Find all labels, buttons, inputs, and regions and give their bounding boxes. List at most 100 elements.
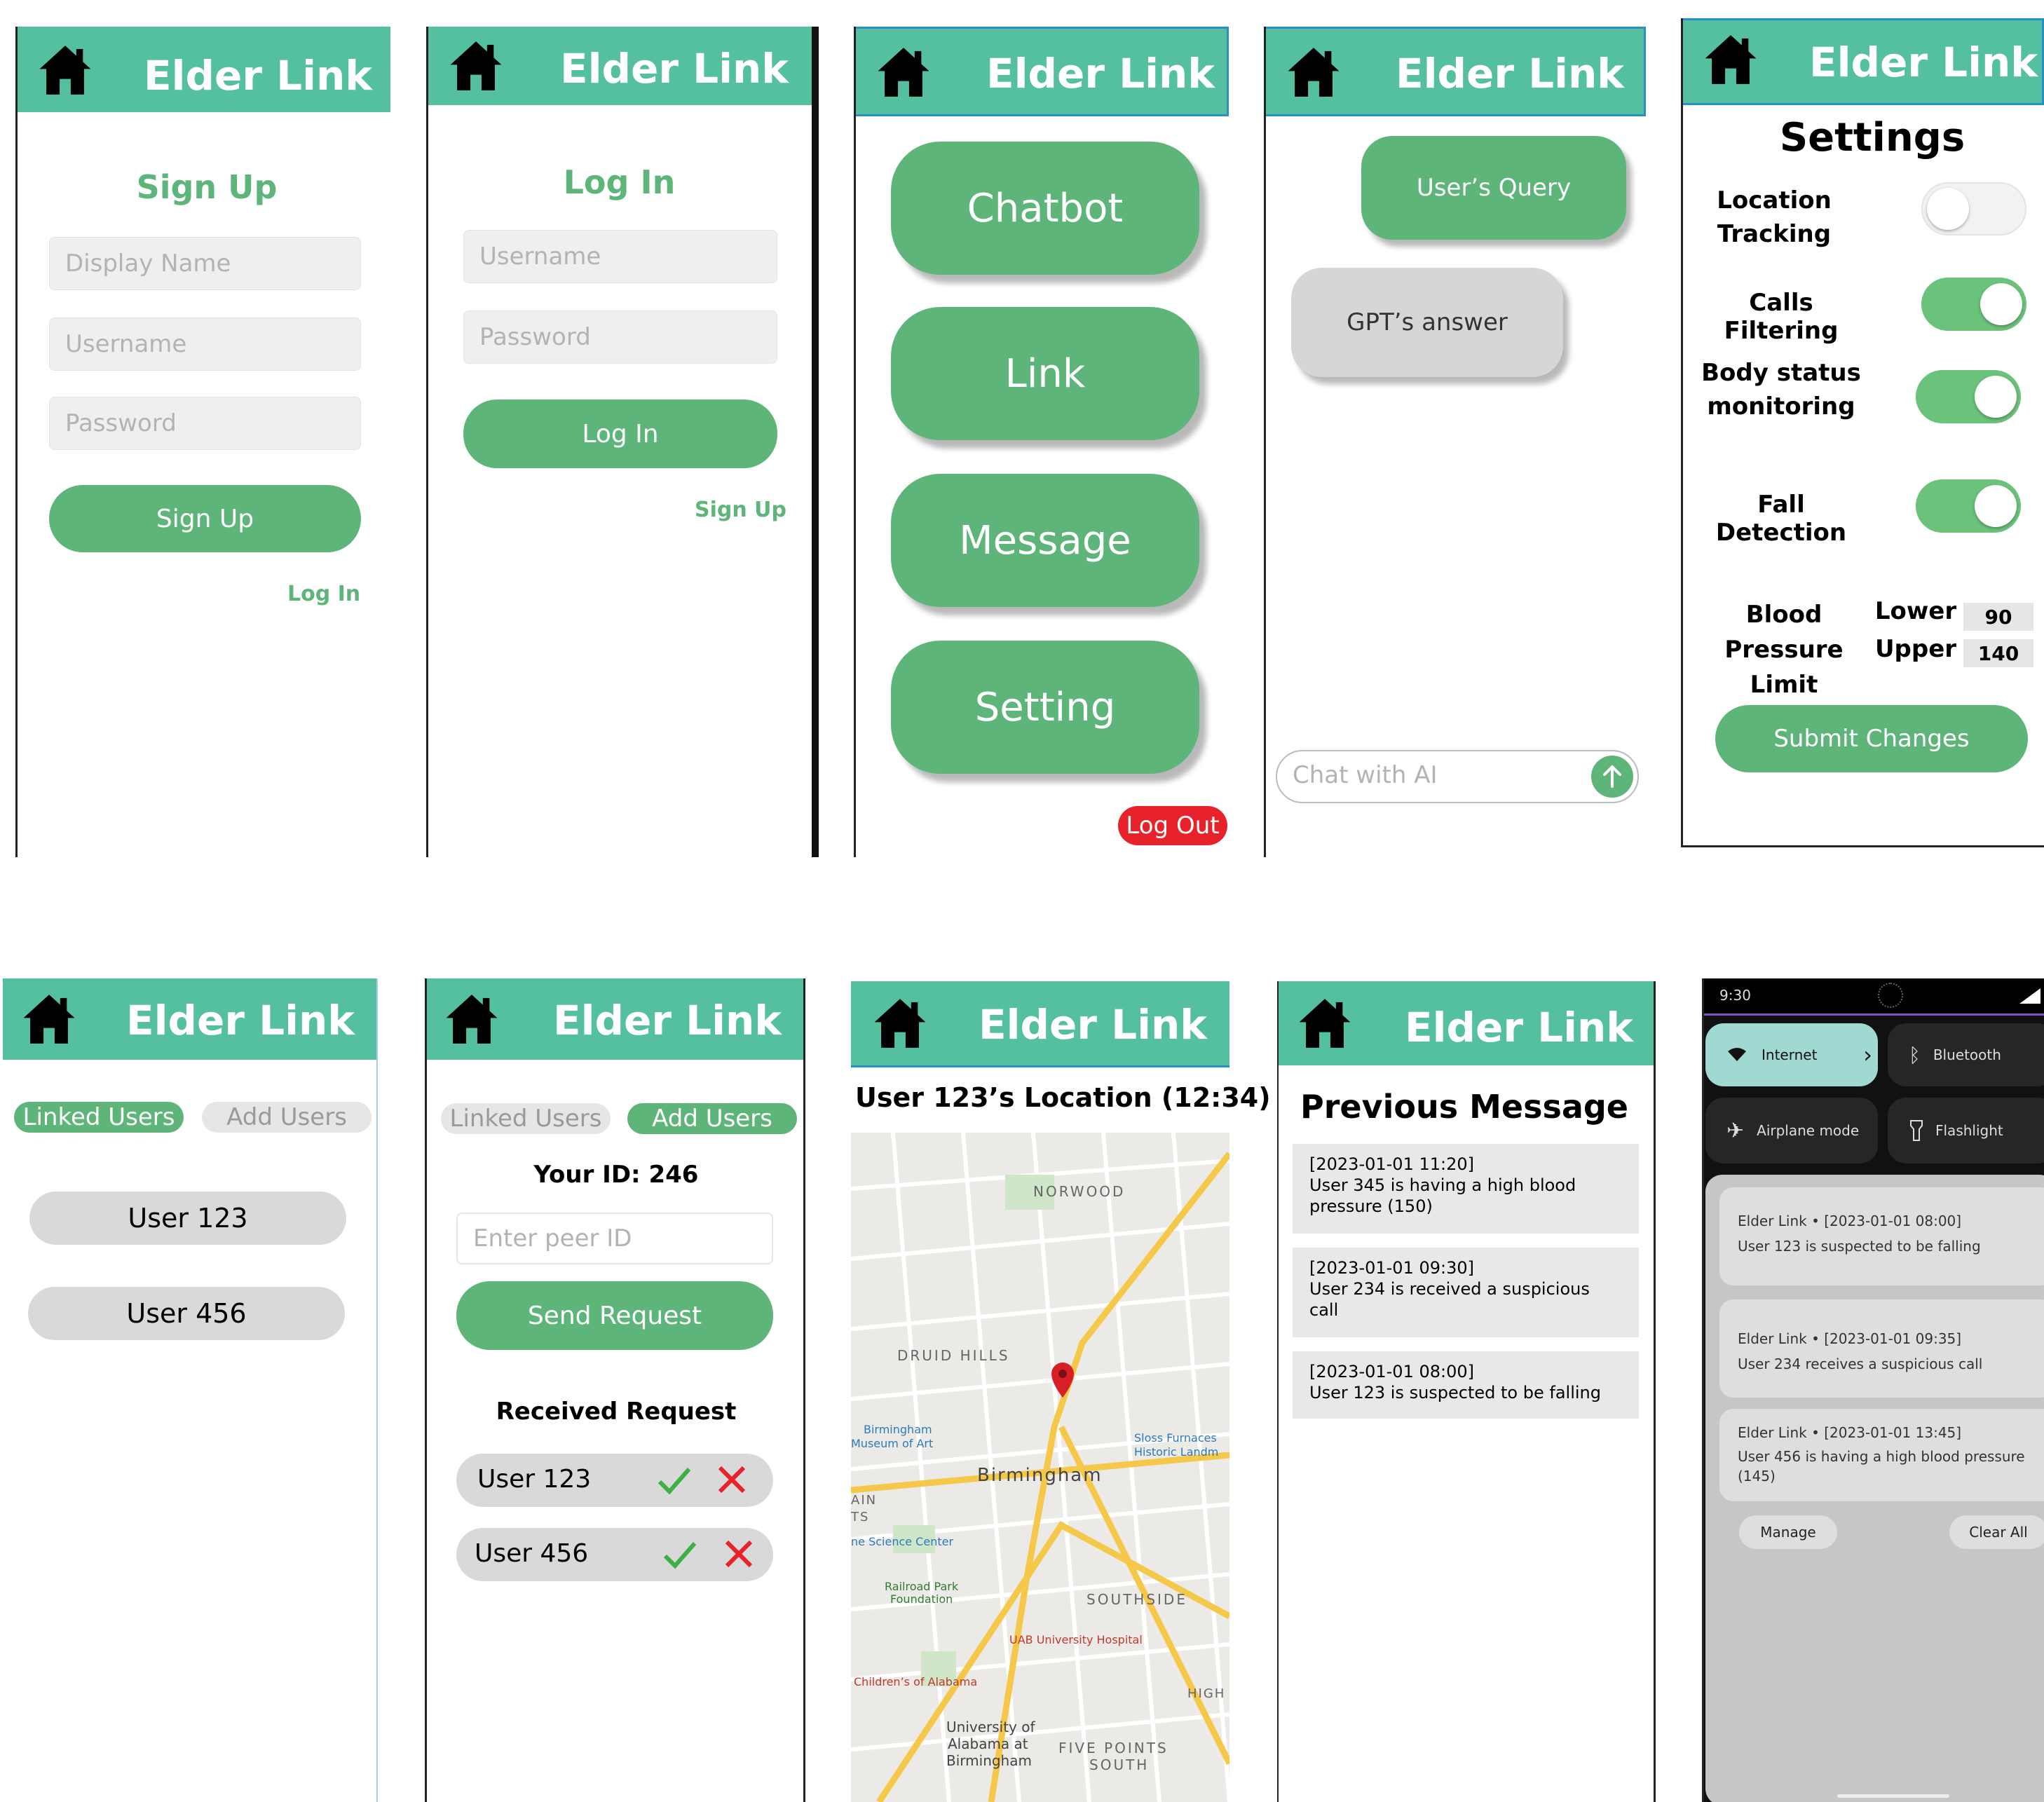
notification-body: User 456 is having a high blood pressure xyxy=(1738,1448,2025,1465)
signup-link[interactable]: Sign Up xyxy=(695,498,786,522)
fall-detection-toggle[interactable] xyxy=(1916,479,2021,533)
gpt-answer-bubble: GPT’s answer xyxy=(1291,268,1563,377)
map-label: AIN xyxy=(851,1493,878,1508)
manage-button[interactable]: Manage xyxy=(1739,1515,1837,1549)
username-field[interactable]: Username xyxy=(49,318,361,371)
app-title: Elder Link xyxy=(560,45,789,93)
username-field[interactable]: Username xyxy=(463,230,777,283)
password-field[interactable]: Password xyxy=(463,310,777,364)
accept-icon[interactable] xyxy=(657,1465,692,1496)
message-item[interactable]: [2023-01-01 08:00] User 123 is suspected… xyxy=(1293,1351,1639,1419)
location-tracking-toggle[interactable] xyxy=(1921,182,2026,236)
reject-icon[interactable] xyxy=(716,1463,748,1496)
app-header: Elder Link xyxy=(1266,27,1646,116)
location-heading: User 123’s Location (12:34) xyxy=(855,1082,1271,1113)
signup-button[interactable]: Sign Up xyxy=(49,485,361,552)
tile-bluetooth[interactable]: ᛒ Bluetooth xyxy=(1888,1023,2044,1086)
app-header: Elder Link xyxy=(1279,981,1654,1065)
toggle-knob xyxy=(1975,485,2017,527)
calls-filtering-label: Calls Filtering xyxy=(1724,289,1839,345)
password-field[interactable]: Password xyxy=(49,397,361,450)
home-icon[interactable] xyxy=(1703,33,1759,86)
tab-linked-users[interactable]: Linked Users xyxy=(14,1102,184,1133)
peer-id-field[interactable]: Enter peer ID xyxy=(456,1213,773,1264)
message-text: User 123 is suspected to be falling xyxy=(1309,1383,1601,1402)
tile-flashlight[interactable]: Flashlight xyxy=(1888,1098,2044,1163)
home-icon[interactable] xyxy=(1297,997,1353,1050)
map-label: HIGH xyxy=(1187,1686,1226,1701)
linked-user-item[interactable]: User 123 xyxy=(29,1192,346,1245)
chat-screen: Elder Link User’s Query GPT’s answer Cha… xyxy=(1264,27,1646,857)
gesture-handle[interactable] xyxy=(1837,1794,1949,1798)
location-screen: Elder Link User 123’s Location (12:34) N… xyxy=(851,981,1271,1802)
map-label: Railroad Park xyxy=(885,1580,959,1593)
home-icon[interactable] xyxy=(1286,46,1342,99)
body-status-toggle[interactable] xyxy=(1916,370,2021,423)
home-icon[interactable] xyxy=(21,992,77,1046)
app-title: Elder Link xyxy=(986,50,1215,97)
map-label: Birmingham xyxy=(946,1752,1032,1769)
logout-button[interactable]: Log Out xyxy=(1118,806,1227,845)
map-label: ne Science Center xyxy=(851,1535,954,1548)
chat-input[interactable]: Chat with AI xyxy=(1276,750,1639,803)
request-item: User 123 xyxy=(456,1454,773,1507)
request-user-label: User 123 xyxy=(477,1465,592,1494)
clear-all-button[interactable]: Clear All xyxy=(1949,1515,2044,1549)
tab-add-users[interactable]: Add Users xyxy=(627,1103,797,1134)
login-link[interactable]: Log In xyxy=(287,582,360,606)
label-line: Limit xyxy=(1750,671,1818,699)
tile-label: Flashlight xyxy=(1935,1122,2003,1139)
tile-airplane-mode[interactable]: ✈ Airplane mode xyxy=(1705,1098,1878,1163)
previous-message-heading: Previous Message xyxy=(1300,1088,1628,1126)
map-view[interactable]: NORWOOD DRUID HILLS Birmingham SOUTHSIDE… xyxy=(851,1133,1229,1802)
label-line: monitoring xyxy=(1707,393,1855,421)
message-item[interactable]: [2023-01-01 09:30] User 234 is received … xyxy=(1293,1248,1639,1337)
app-header: Elder Link xyxy=(1683,18,2044,105)
setting-button[interactable]: Setting xyxy=(891,641,1199,774)
home-icon[interactable] xyxy=(872,997,928,1050)
reject-icon[interactable] xyxy=(723,1538,755,1570)
display-name-field[interactable]: Display Name xyxy=(49,237,361,290)
message-button[interactable]: Message xyxy=(891,474,1199,607)
map-label: SOUTHSIDE xyxy=(1086,1591,1187,1608)
bluetooth-icon: ᛒ xyxy=(1909,1043,1921,1067)
upper-limit-field[interactable]: 140 xyxy=(1963,639,2033,667)
label-line: Tracking xyxy=(1717,220,1832,248)
linked-user-item[interactable]: User 456 xyxy=(28,1287,345,1340)
notification-shade: 9:30 Internet › ᛒ Bluetooth ✈ Airplane m… xyxy=(1702,978,2044,1802)
home-icon[interactable] xyxy=(37,43,93,97)
map-label: Museum of Art xyxy=(851,1437,934,1450)
tile-internet[interactable]: Internet › xyxy=(1705,1023,1878,1086)
send-request-button[interactable]: Send Request xyxy=(456,1281,773,1350)
home-icon[interactable] xyxy=(448,39,504,93)
tab-linked-users[interactable]: Linked Users xyxy=(441,1103,611,1134)
calls-filtering-toggle[interactable] xyxy=(1921,278,2026,331)
login-button[interactable]: Log In xyxy=(463,400,777,468)
label-line: Blood Pressure xyxy=(1724,601,1844,664)
status-bar: 9:30 xyxy=(1704,978,2044,1016)
toggle-knob xyxy=(1980,283,2022,325)
clock: 9:30 xyxy=(1719,987,1751,1004)
tab-add-users[interactable]: Add Users xyxy=(202,1102,372,1133)
submit-changes-button[interactable]: Submit Changes xyxy=(1715,705,2028,772)
chatbot-button[interactable]: Chatbot xyxy=(891,142,1199,275)
lower-limit-field[interactable]: 90 xyxy=(1963,603,2033,631)
notification-title: Elder Link • [2023-01-01 09:35] xyxy=(1738,1330,1962,1347)
map-label: Birmingham xyxy=(864,1423,932,1436)
send-icon[interactable] xyxy=(1591,756,1633,798)
add-users-screen: Elder Link Linked Users Add Users Your I… xyxy=(425,978,805,1802)
app-header: Elder Link xyxy=(427,978,803,1060)
notification-item[interactable]: Elder Link • [2023-01-01 13:45] User 456… xyxy=(1719,1409,2044,1501)
received-request-heading: Received Request xyxy=(496,1398,737,1426)
map-label: Sloss Furnaces xyxy=(1134,1431,1217,1445)
message-item[interactable]: [2023-01-01 11:20] User 345 is having a … xyxy=(1293,1144,1639,1234)
accept-icon[interactable] xyxy=(662,1539,697,1570)
home-icon[interactable] xyxy=(444,992,500,1046)
home-icon[interactable] xyxy=(875,46,932,99)
notification-item[interactable]: Elder Link • [2023-01-01 09:35] User 234… xyxy=(1719,1299,2044,1398)
notification-item[interactable]: Elder Link • [2023-01-01 08:00] User 123… xyxy=(1719,1187,2044,1285)
map-label: Foundation xyxy=(890,1592,953,1606)
signal-icon xyxy=(2019,988,2040,1004)
link-button[interactable]: Link xyxy=(891,307,1199,440)
map-label: University of xyxy=(946,1719,1035,1735)
